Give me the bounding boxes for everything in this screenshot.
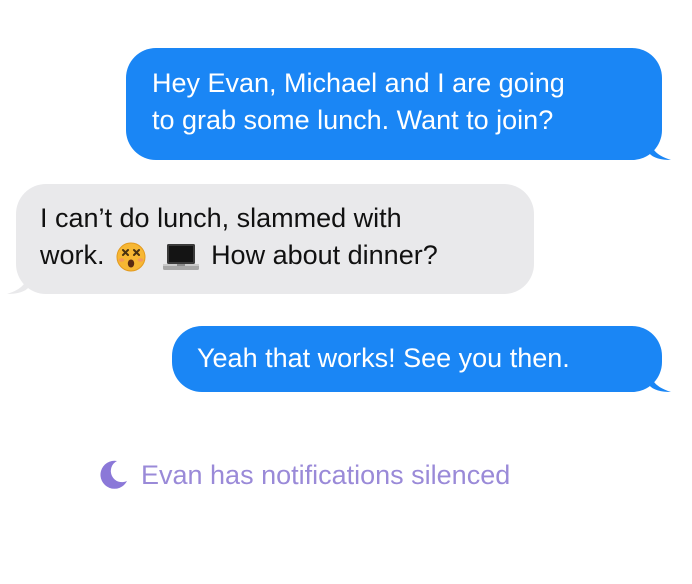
message-text-line: Hey Evan, Michael and I are going — [152, 68, 565, 98]
message-text-line: I can’t do lunch, slammed with — [40, 203, 402, 233]
message-text-line-with-emoji: work. How about dinner? — [40, 237, 514, 274]
bubble-tail-icon — [649, 138, 671, 160]
moon-icon — [100, 460, 127, 489]
outgoing-message-bubble[interactable]: Hey Evan, Michael and I are going to gra… — [126, 48, 671, 160]
outgoing-message-bubble[interactable]: Yeah that works! See you then. — [172, 326, 671, 392]
notifications-silenced-status: Evan has notifications silenced — [97, 455, 510, 495]
bubble-tail-icon — [7, 272, 29, 294]
message-thread: Hey Evan, Michael and I are going to gra… — [0, 0, 692, 584]
dizzy-face-icon — [116, 242, 146, 272]
incoming-message-bubble[interactable]: I can’t do lunch, slammed with work. How… — [7, 184, 534, 294]
message-text-segment: work. — [40, 240, 105, 270]
bubble-tail-icon — [649, 370, 671, 392]
message-text-line: Yeah that works! See you then. — [197, 343, 570, 373]
message-text-segment: How about dinner? — [211, 240, 438, 270]
message-text-line: to grab some lunch. Want to join? — [152, 105, 554, 135]
status-text: Evan has notifications silenced — [141, 459, 511, 490]
laptop-icon — [162, 244, 199, 270]
